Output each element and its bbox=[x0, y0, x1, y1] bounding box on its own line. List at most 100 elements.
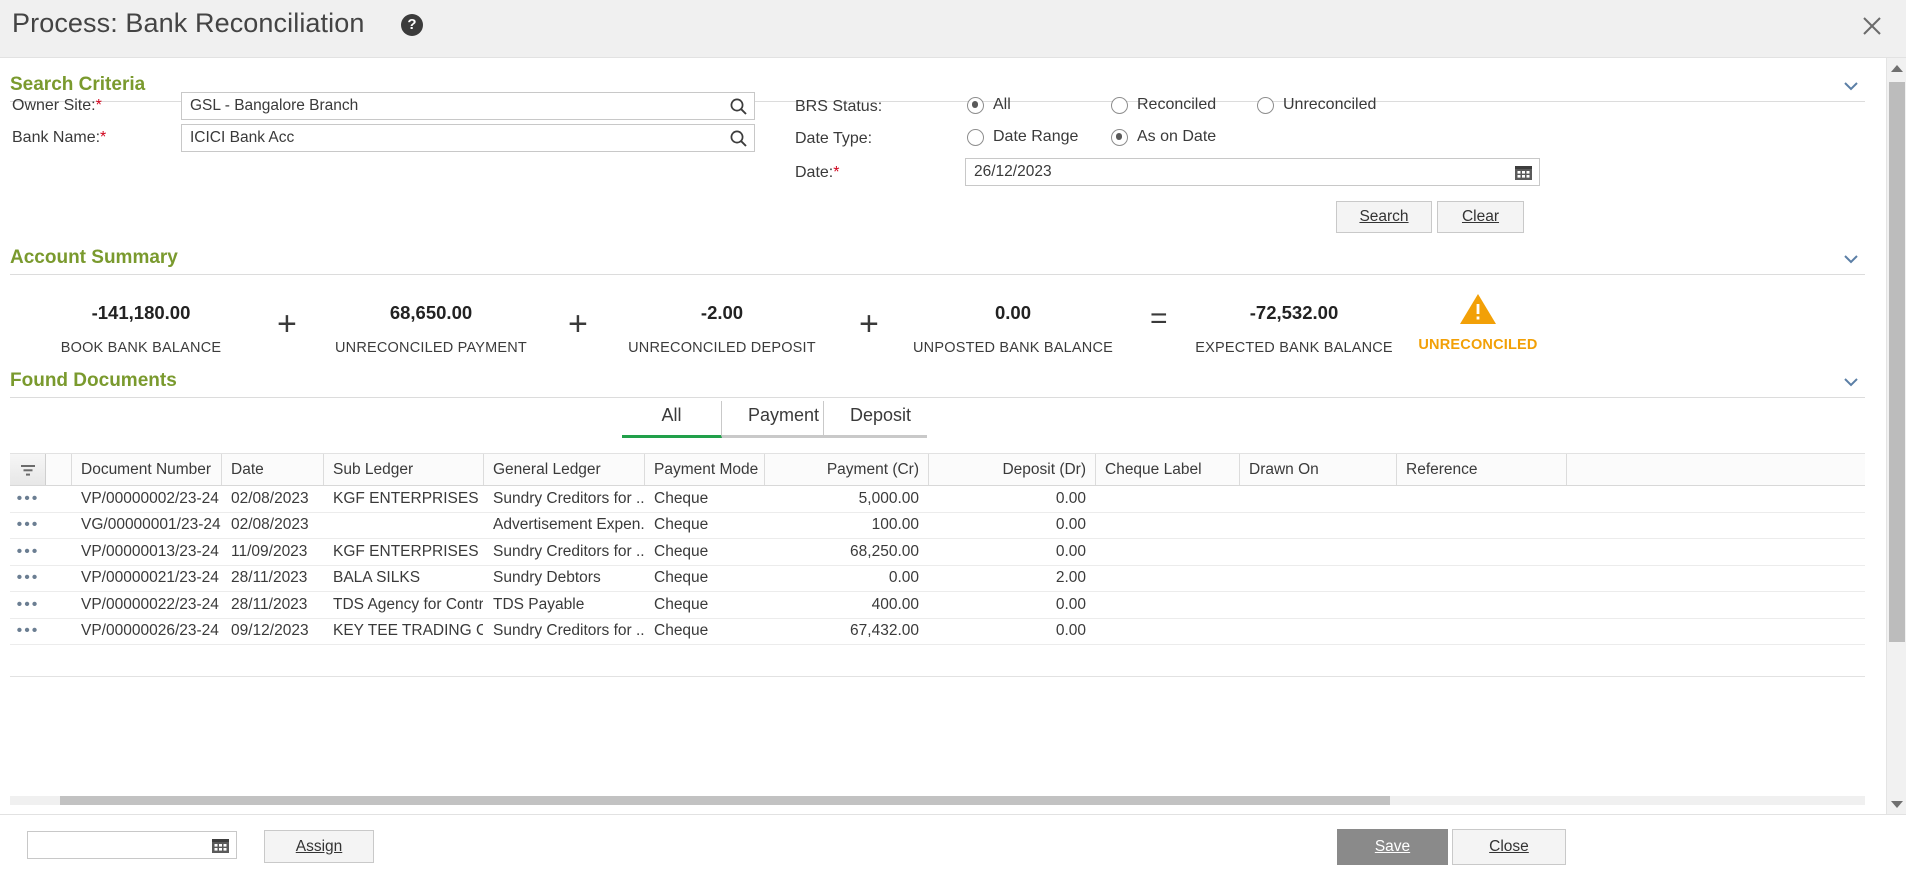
summary-cell-book-bank-balance: -141,180.00 BOOK BANK BALANCE bbox=[35, 302, 247, 356]
clear-button-label: Clear bbox=[1461, 208, 1500, 225]
help-icon[interactable]: ? bbox=[401, 14, 423, 36]
radio-dot-icon bbox=[1111, 96, 1128, 114]
search-icon-owner-site[interactable] bbox=[728, 96, 749, 117]
row-menu-icon[interactable]: ••• bbox=[10, 486, 46, 512]
page-vertical-scrollbar-thumb[interactable] bbox=[1889, 82, 1905, 642]
grid-header-sub-ledger[interactable]: Sub Ledger bbox=[324, 454, 484, 485]
cell-drawn-on bbox=[1240, 619, 1397, 645]
table-row[interactable]: ••• VG/00000001/23-24 02/08/2023 Adverti… bbox=[10, 512, 1865, 539]
cell-document-number: VG/00000001/23-24 bbox=[81, 516, 221, 534]
row-menu-icon[interactable]: ••• bbox=[10, 619, 46, 645]
cell-document-number: VP/00000026/23-24 bbox=[81, 622, 219, 640]
radio-brs-status-reconciled[interactable]: Reconciled bbox=[1111, 96, 1216, 114]
grid-header-document-number[interactable]: Document Number bbox=[72, 454, 222, 485]
cell-deposit-dr: 0.00 bbox=[1055, 595, 1086, 613]
radio-brs-status-all[interactable]: All bbox=[967, 96, 1011, 114]
radio-date-type-date-range[interactable]: Date Range bbox=[967, 128, 1078, 146]
row-menu-icon[interactable]: ••• bbox=[10, 592, 46, 618]
cell-date: 28/11/2023 bbox=[231, 569, 308, 587]
cell-drawn-on bbox=[1240, 592, 1397, 618]
table-row[interactable]: ••• VP/00000002/23-24 02/08/2023 KGF ENT… bbox=[10, 486, 1865, 513]
tab-payment[interactable]: Payment bbox=[722, 401, 824, 438]
search-icon-bank-name[interactable] bbox=[728, 128, 749, 149]
radio-brs-status-unreconciled[interactable]: Unreconciled bbox=[1257, 96, 1376, 114]
close-button[interactable]: Close bbox=[1452, 829, 1566, 865]
chevron-down-icon-account-summary[interactable] bbox=[1841, 249, 1861, 269]
grid-header-cheque-label[interactable]: Cheque Label bbox=[1096, 454, 1240, 485]
tab-all[interactable]: All bbox=[622, 401, 722, 438]
search-button[interactable]: Search bbox=[1336, 201, 1432, 233]
radio-date-type-as-on-date[interactable]: As on Date bbox=[1111, 128, 1216, 146]
assign-date-field[interactable] bbox=[27, 831, 237, 859]
section-account-summary: Account Summary bbox=[10, 247, 1865, 275]
row-spacer bbox=[46, 619, 72, 645]
grid-header-reference[interactable]: Reference bbox=[1397, 454, 1567, 485]
scroll-up-arrow-icon[interactable] bbox=[1887, 58, 1906, 78]
document-type-tabs: All Payment Deposit bbox=[622, 401, 927, 438]
assign-date-input[interactable] bbox=[34, 832, 202, 858]
grid-header-general-ledger[interactable]: General Ledger bbox=[484, 454, 645, 485]
grid-header-drawn-on[interactable]: Drawn On bbox=[1240, 454, 1397, 485]
cell-date: 09/12/2023 bbox=[231, 622, 309, 640]
calendar-icon-assign-date[interactable] bbox=[210, 835, 231, 856]
bank-name-label: Bank Name:* bbox=[12, 129, 107, 146]
summary-value: -72,532.00 bbox=[1249, 302, 1339, 323]
warning-triangle-icon bbox=[1403, 292, 1553, 326]
chevron-down-icon-found-documents[interactable] bbox=[1841, 372, 1861, 392]
row-spacer bbox=[46, 539, 72, 565]
window-footer: Assign Save Close bbox=[0, 814, 1906, 879]
page-vertical-scrollbar[interactable] bbox=[1886, 58, 1906, 814]
tab-deposit[interactable]: Deposit bbox=[824, 401, 927, 438]
cell-payment-cr: 67,432.00 bbox=[850, 622, 919, 640]
save-button-label: Save bbox=[1374, 838, 1411, 855]
cell-general-ledger: TDS Payable bbox=[493, 595, 585, 613]
cell-drawn-on bbox=[1240, 486, 1397, 512]
table-row[interactable]: ••• VP/00000022/23-24 28/11/2023 TDS Age… bbox=[10, 592, 1865, 619]
date-input[interactable] bbox=[972, 159, 1505, 185]
chevron-down-icon-search-criteria[interactable] bbox=[1841, 76, 1861, 96]
filter-icon[interactable] bbox=[10, 454, 46, 485]
radio-label: As on Date bbox=[1137, 128, 1217, 145]
bank-name-input[interactable] bbox=[188, 125, 720, 151]
summary-label: UNRECONCILED DEPOSIT bbox=[628, 340, 816, 356]
cell-date: 28/11/2023 bbox=[231, 595, 308, 613]
grid-header-date[interactable]: Date bbox=[222, 454, 324, 485]
bank-name-field[interactable] bbox=[181, 124, 755, 152]
calendar-icon-date[interactable] bbox=[1513, 162, 1534, 183]
cell-date: 11/09/2023 bbox=[231, 542, 308, 560]
table-row[interactable]: ••• VP/00000013/23-24 11/09/2023 KGF ENT… bbox=[10, 539, 1865, 566]
save-button[interactable]: Save bbox=[1337, 829, 1448, 865]
date-type-label: Date Type: bbox=[795, 130, 873, 147]
radio-dot-icon bbox=[967, 128, 984, 146]
date-field[interactable] bbox=[965, 158, 1540, 186]
row-menu-icon[interactable]: ••• bbox=[10, 539, 46, 565]
row-menu-icon[interactable]: ••• bbox=[10, 566, 46, 592]
date-label: Date:* bbox=[795, 164, 840, 181]
grid-header-payment-cr[interactable]: Payment (Cr) bbox=[765, 454, 929, 485]
cell-document-number: VP/00000013/23-24 bbox=[81, 542, 219, 560]
cell-sub-ledger: BALA SILKS bbox=[333, 569, 421, 587]
owner-site-input[interactable] bbox=[188, 93, 720, 119]
owner-site-field[interactable] bbox=[181, 92, 755, 120]
cell-cheque-label bbox=[1096, 566, 1240, 592]
close-icon[interactable] bbox=[1856, 10, 1888, 42]
assign-button[interactable]: Assign bbox=[264, 830, 374, 863]
grid-header-deposit-dr[interactable]: Deposit (Dr) bbox=[929, 454, 1096, 485]
table-row[interactable]: ••• VP/00000021/23-24 28/11/2023 BALA SI… bbox=[10, 565, 1865, 592]
owner-site-label: Owner Site:* bbox=[12, 97, 102, 114]
grid-horizontal-scrollbar-thumb[interactable] bbox=[60, 796, 1390, 805]
brs-status-label: BRS Status: bbox=[795, 98, 883, 115]
grid-horizontal-scrollbar[interactable] bbox=[10, 796, 1865, 805]
scroll-down-arrow-icon[interactable] bbox=[1887, 794, 1906, 814]
row-spacer bbox=[46, 592, 72, 618]
cell-payment-cr: 68,250.00 bbox=[850, 542, 919, 560]
cell-sub-ledger: KGF ENTERPRISES bbox=[333, 489, 479, 507]
clear-button[interactable]: Clear bbox=[1437, 201, 1524, 233]
row-spacer bbox=[46, 566, 72, 592]
grid-header-payment-mode[interactable]: Payment Mode bbox=[645, 454, 765, 485]
table-row[interactable]: ••• VP/00000026/23-24 09/12/2023 KEY TEE… bbox=[10, 618, 1865, 645]
assign-button-label: Assign bbox=[295, 837, 343, 855]
row-menu-icon[interactable]: ••• bbox=[10, 513, 46, 539]
summary-value: 0.00 bbox=[994, 302, 1031, 323]
grid-header-row: Document Number Date Sub Ledger General … bbox=[10, 454, 1865, 486]
